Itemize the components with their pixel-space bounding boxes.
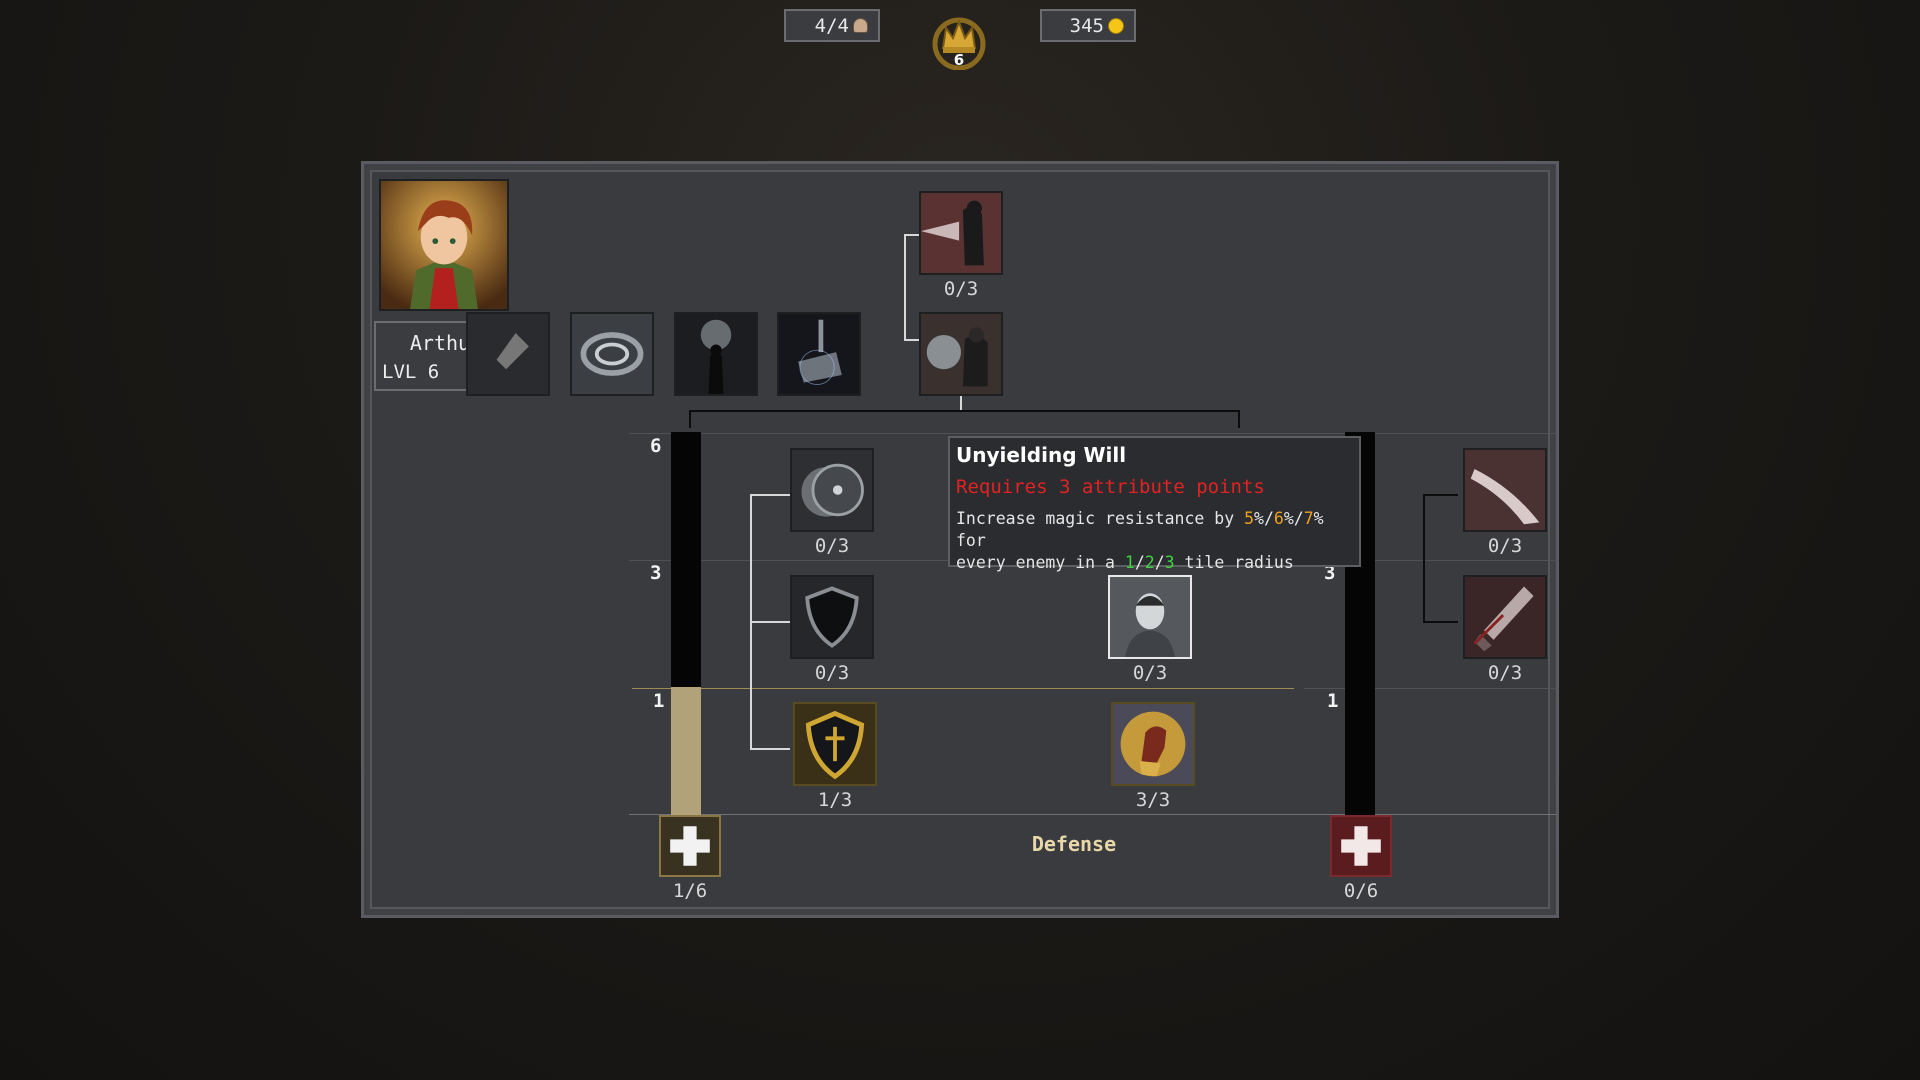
branch-right-drop	[1238, 410, 1240, 428]
left-add-point-button[interactable]	[659, 815, 721, 877]
gold-count: 345	[1069, 14, 1104, 37]
right-tree-connector	[1423, 494, 1425, 622]
branch-stem	[960, 396, 962, 410]
left-tier-bar-fill	[671, 687, 701, 815]
whirlwind-skill-icon[interactable]	[570, 312, 654, 396]
tooltip-title: Unyielding Will	[956, 443, 1127, 467]
right-connector-2	[1423, 621, 1458, 623]
charge-skill-icon[interactable]	[919, 191, 1003, 275]
tooltip-requirement: Requires 3 attribute points	[956, 476, 1265, 498]
gauntlet-count: 3/3	[1135, 789, 1171, 811]
charge-skill-count: 0/3	[943, 278, 979, 300]
left-connector-2	[750, 621, 790, 623]
party-count: 4/4	[814, 14, 849, 37]
hero-level: LVL 6	[382, 361, 440, 383]
row-separator-bottom	[629, 814, 1557, 815]
left-tier-6: 6	[650, 435, 662, 457]
coin-icon	[1108, 17, 1124, 34]
round-shield-icon[interactable]	[790, 448, 874, 532]
top-tree-connector-a	[904, 234, 919, 236]
right-progress-count: 0/6	[1343, 880, 1379, 902]
crown-icon[interactable]: 6	[928, 10, 990, 71]
right-add-point-button[interactable]	[1330, 815, 1392, 877]
left-tier-bar	[671, 432, 701, 815]
plus-icon	[670, 826, 710, 866]
blade-slash-count: 0/3	[1487, 535, 1523, 557]
spotlight-figure-icon[interactable]	[674, 312, 758, 396]
bloody-sword-icon[interactable]	[1463, 575, 1547, 659]
branch-horizontal	[689, 410, 1240, 412]
person-icon	[853, 18, 868, 33]
gold-shield-count: 1/3	[817, 789, 853, 811]
gauntlet-icon[interactable]	[1111, 702, 1195, 786]
knight-portrait-icon[interactable]	[1108, 575, 1192, 659]
branch-left-drop	[689, 410, 691, 428]
left-tier-1: 1	[653, 690, 665, 712]
row-separator-6	[629, 433, 1557, 434]
equipment-slot-1[interactable]	[466, 312, 550, 396]
left-progress-count: 1/6	[672, 880, 708, 902]
gold-shield-icon[interactable]	[793, 702, 877, 786]
defense-title: Defense	[1031, 832, 1117, 856]
right-tier-1: 1	[1327, 690, 1339, 712]
blade-slash-icon[interactable]	[1463, 448, 1547, 532]
tooltip-description: Increase magic resistance by 5%/6%/7% fo…	[956, 509, 1324, 572]
left-tier-3: 3	[650, 562, 662, 584]
left-connector-3	[750, 748, 790, 750]
top-tree-connector	[904, 234, 906, 339]
plus-icon	[1341, 826, 1381, 866]
hero-portrait	[379, 179, 509, 311]
row-separator-1-right	[1304, 688, 1557, 689]
gold-counter: 345	[1040, 9, 1136, 42]
skill-tree-panel: Arthur LVL 6 0/3 6 3 1 0/3 0/3 1/3 0/3 3…	[361, 161, 1559, 918]
dark-shield-icon[interactable]	[790, 575, 874, 659]
party-counter: 4/4	[784, 9, 880, 42]
right-connector-1	[1423, 494, 1458, 496]
armored-knight-skill-icon[interactable]	[919, 312, 1003, 396]
top-tree-connector-b	[904, 339, 919, 341]
crown-level: 6	[954, 51, 964, 69]
unlocked-row-separator	[632, 688, 1294, 689]
round-shield-count: 0/3	[814, 535, 850, 557]
bloody-sword-count: 0/3	[1487, 662, 1523, 684]
chain-anvil-icon[interactable]	[777, 312, 861, 396]
dark-shield-count: 0/3	[814, 662, 850, 684]
left-connector-1	[750, 494, 790, 496]
knight-portrait-count: 0/3	[1132, 662, 1168, 684]
skill-tooltip: Unyielding Will Requires 3 attribute poi…	[948, 436, 1361, 572]
